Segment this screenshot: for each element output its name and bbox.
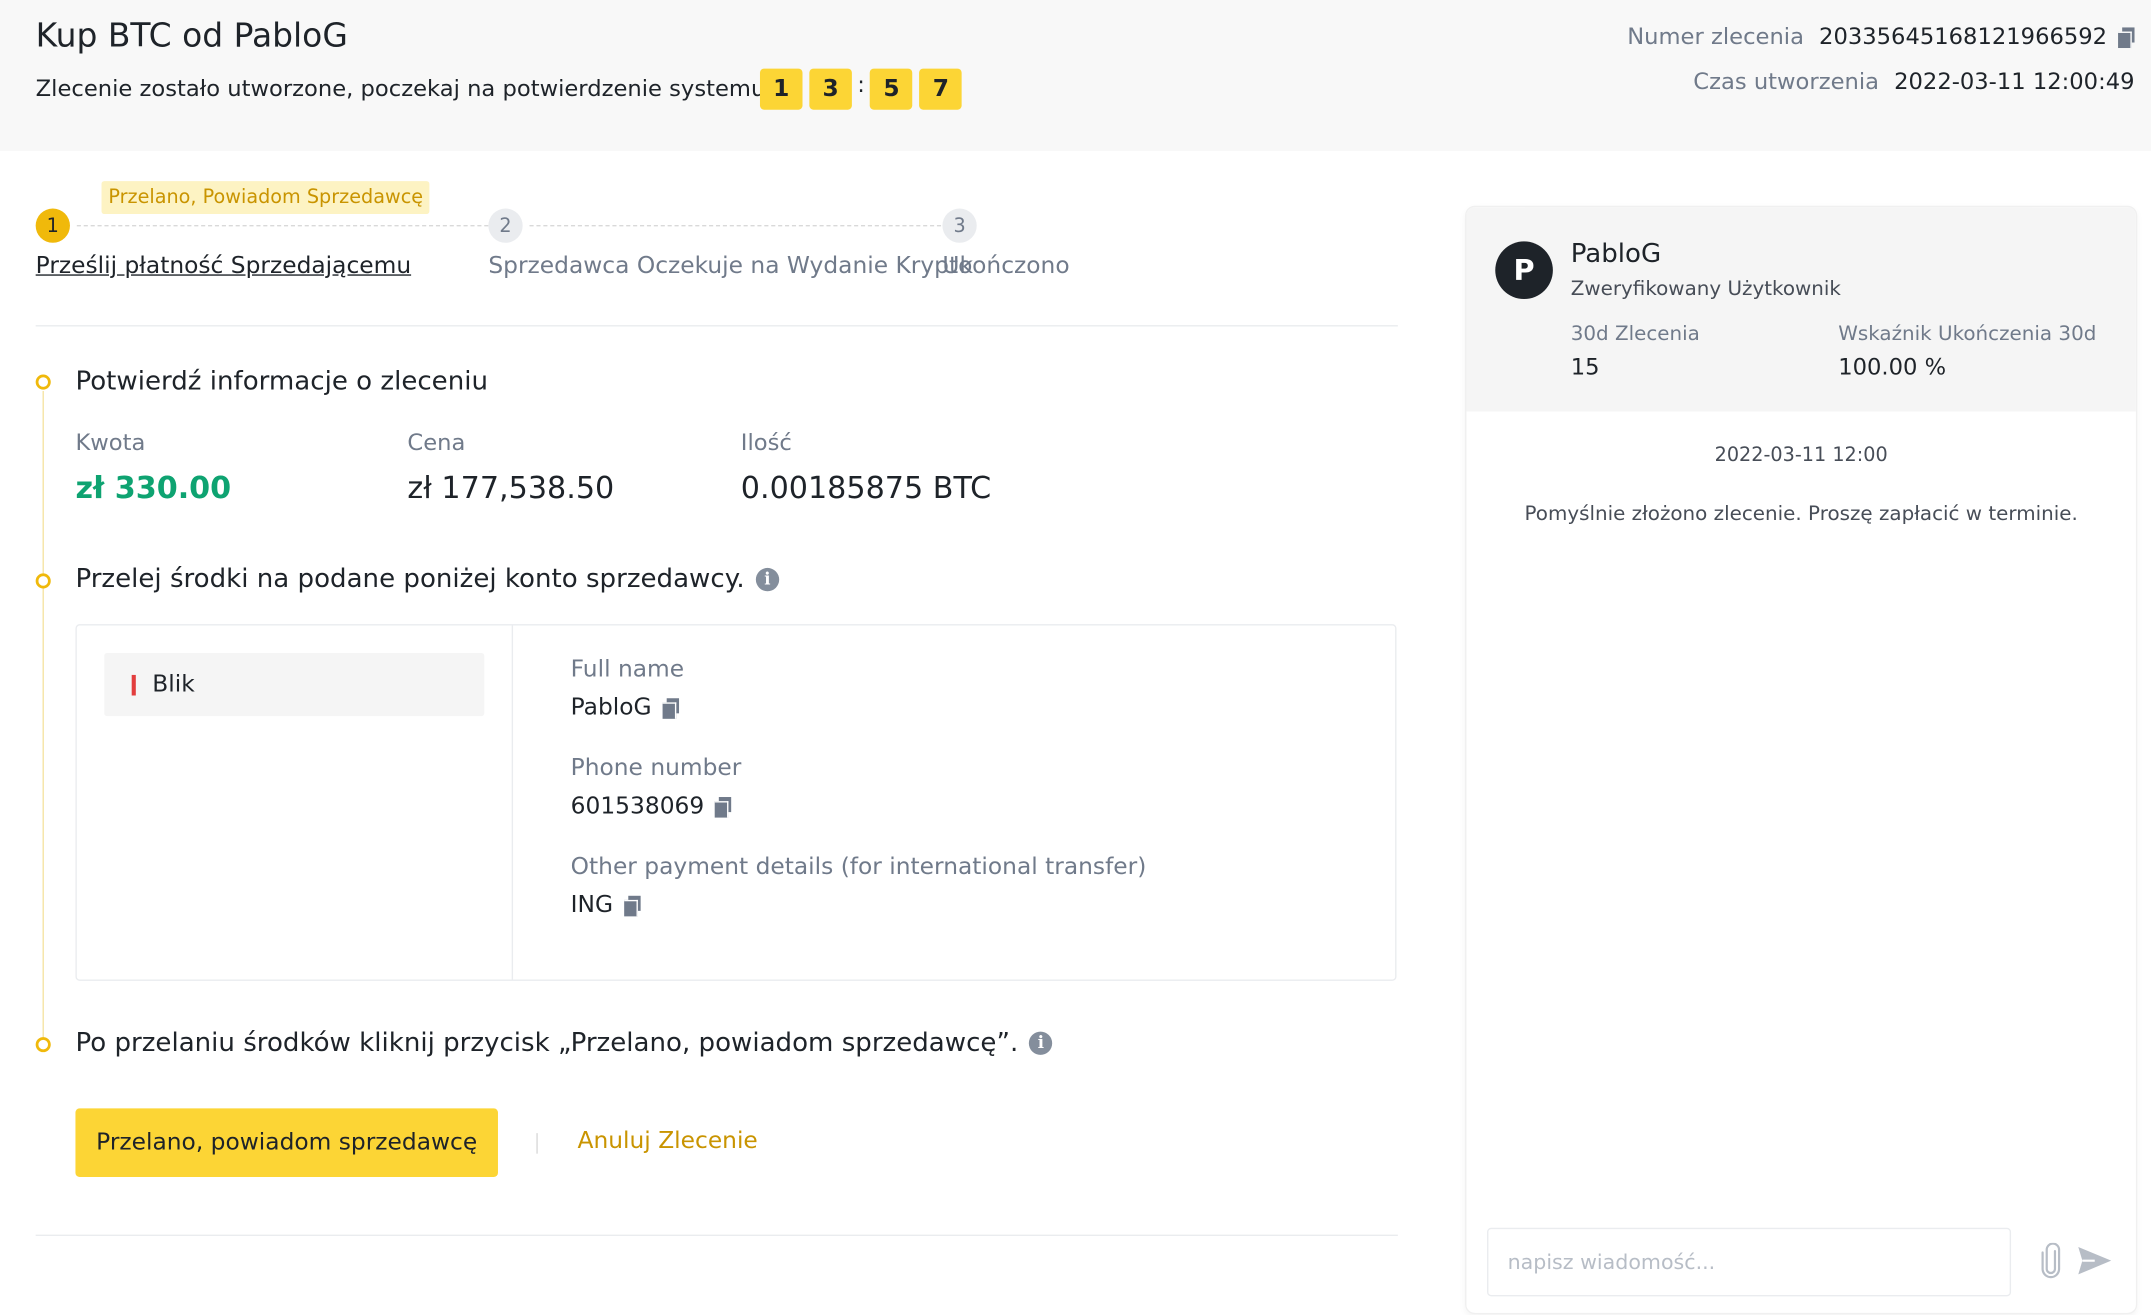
completion-rate-label: Wskaźnik Ukończenia 30d [1838,323,2097,346]
divider [35,1234,1398,1236]
section-dot [35,374,51,390]
timer-digit: 7 [919,68,963,110]
step-tooltip: Przelano, Powiadom Sprzedawcę [101,181,430,215]
completion-rate-value: 100.00 % [1838,353,1947,380]
step-3-label: Ukończono [942,252,1070,280]
order-header: Kup BTC od PabloG Zlecenie zostało utwor… [0,0,2151,151]
full-name-value: PabloG [570,694,652,722]
created-time: 2022-03-11 12:00:49 [1894,68,2135,95]
created-time-label: Czas utworzenia [1693,68,1880,95]
transferred-notify-seller-button[interactable]: Przelano, powiadom sprzedawcę [75,1108,498,1178]
other-details-value: ING [570,891,614,920]
amount-value: zł 330.00 [75,471,232,507]
transfer-title: Przelej środki na podane poniżej konto s… [75,563,745,594]
page-title: Kup BTC od PabloG [35,16,348,55]
quantity-label: Ilość [740,429,792,456]
timer-digit: 5 [870,68,913,110]
step-2-label: Sprzedawca Oczekuje na Wydanie Krypto [488,252,973,280]
attachment-icon[interactable] [2040,1242,2062,1279]
other-details-row: ING [571,892,641,919]
timer-digit: 1 [759,68,803,110]
step-connector [529,224,942,227]
quantity-value: 0.00185875 BTC [740,471,992,507]
amount-label: Kwota [75,429,146,456]
payment-methods-list: Blik [77,625,514,980]
cancel-order-button[interactable]: Anuluj Zlecenie [578,1128,758,1155]
step-1-indicator: 1 [35,208,70,243]
created-time-row: Czas utworzenia 2022-03-11 12:00:49 [1693,69,2134,95]
step-3-indicator: 3 [942,208,977,243]
order-progress-steps: Przelano, Powiadom Sprzedawcę 1 2 3 Prze… [35,178,1394,322]
other-details-label: Other payment details (for international… [570,853,1147,881]
section-dot [35,1037,51,1053]
confirm-title-row: Po przelaniu środków kliknij przycisk „P… [75,1027,1053,1058]
step-1-label[interactable]: Prześlij płatność Sprzedającemu [36,252,411,279]
orders-30d-value: 15 [1570,353,1600,380]
price-label: Cena [407,429,466,456]
full-name-row: PabloG [570,694,680,722]
full-name-label: Full name [570,655,685,684]
method-color-bar [131,674,136,695]
price-value: zł 177,538.50 [407,471,615,507]
countdown-timer: 1 3 : 5 7 [759,68,969,110]
button-separator [536,1133,538,1154]
chat-header: P PabloG Zweryfikowany Użytkownik 30d Zl… [1466,207,2136,412]
counterparty-name[interactable]: PabloG [1571,239,1661,269]
payment-method-blik[interactable]: Blik [104,652,485,717]
phone-row: 601538069 [571,793,732,820]
chat-message-input[interactable] [1487,1227,2012,1297]
copy-icon[interactable] [715,797,732,818]
order-number-row: Numer zlecenia 20335645168121966592 [1627,23,2135,50]
payment-details-box: Blik Full name PabloG Phone number 60153… [75,624,1397,981]
chat-timestamp: 2022-03-11 12:00 [1714,444,1888,467]
timeline-line [42,390,44,1039]
step-2-indicator: 2 [488,208,523,243]
order-number: 20335645168121966592 [1819,23,2108,50]
payment-method-label: Blik [152,670,195,699]
system-message: Pomyślnie złożono zlecenie. Proszę zapła… [1524,503,2078,526]
chat-panel: P PabloG Zweryfikowany Użytkownik 30d Zl… [1466,207,2136,1313]
transfer-title-row: Przelej środki na podane poniżej konto s… [75,564,779,594]
info-icon[interactable]: i [1029,1030,1053,1055]
info-icon[interactable]: i [755,567,779,591]
orders-30d-label: 30d Zlecenia [1570,323,1700,346]
send-icon[interactable] [2077,1246,2113,1276]
section-dot [35,573,51,589]
copy-icon[interactable] [662,698,680,719]
step-connector [76,224,489,227]
order-status-text: Zlecenie zostało utworzone, poczekaj na … [35,75,773,102]
verified-status: Zweryfikowany Użytkownik [1570,278,1841,301]
timer-separator: : [857,70,865,97]
confirm-title: Po przelaniu środków kliknij przycisk „P… [75,1027,1019,1058]
copy-icon[interactable] [624,895,641,917]
phone-label: Phone number [570,754,742,782]
order-info-title: Potwierdź informacje o zleceniu [75,366,488,397]
order-number-label: Numer zlecenia [1627,23,1804,50]
divider [35,325,1398,327]
timer-digit: 3 [809,68,852,110]
phone-value: 601538069 [570,792,705,821]
copy-icon[interactable] [2118,26,2135,48]
avatar: P [1495,241,1553,300]
